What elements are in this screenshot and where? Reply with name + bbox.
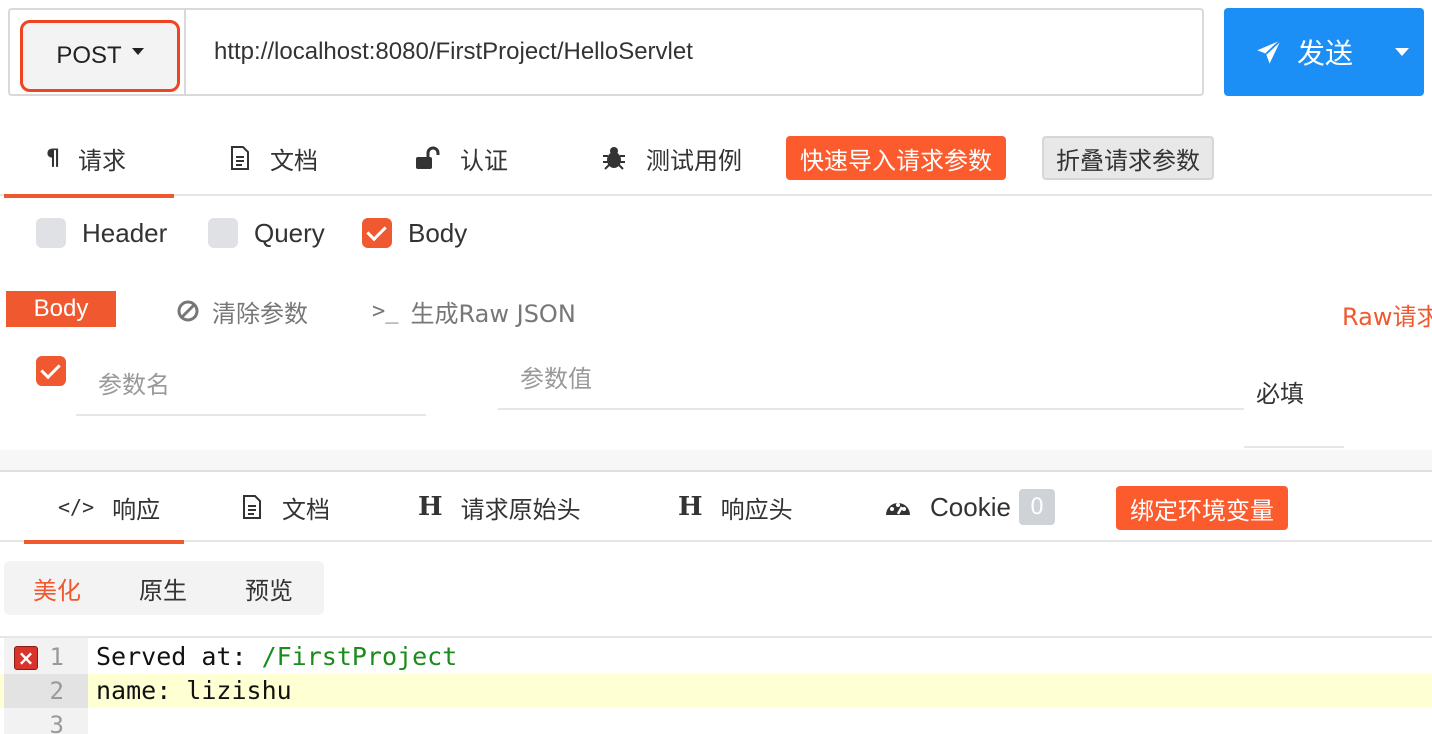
code-text: name: lizishu <box>96 674 292 708</box>
unlock-icon <box>416 146 440 169</box>
checkbox-label: Header <box>82 217 168 248</box>
tab-label: 测试用例 <box>646 146 742 175</box>
tab-response-headers[interactable]: H 响应头 <box>678 472 793 542</box>
param-value-input[interactable] <box>498 350 1244 410</box>
code-string: /FirstProject <box>261 642 458 671</box>
clear-params-button[interactable]: 清除参数 <box>176 294 308 328</box>
tab-label: 请求原始头 <box>460 495 581 524</box>
terminal-icon: >_ <box>372 298 399 324</box>
tab-label: 响应头 <box>720 495 793 524</box>
tab-cookie[interactable]: Cookie 0 <box>884 472 1055 542</box>
body-checkbox[interactable]: Body <box>362 216 467 250</box>
format-preview[interactable]: 预览 <box>216 571 322 606</box>
format-raw[interactable]: 原生 <box>110 571 216 606</box>
line-number: 3 <box>49 711 64 734</box>
query-checkbox[interactable]: Query <box>208 216 325 250</box>
caret-down-icon <box>131 47 144 55</box>
response-code-view[interactable]: 1 × Served at: /FirstProject 2 name: liz… <box>0 636 1432 734</box>
method-dropdown[interactable]: POST <box>20 20 180 92</box>
send-button-group: 发送 <box>1224 8 1424 96</box>
ban-icon <box>177 300 199 322</box>
section-divider <box>0 450 1432 472</box>
document-icon <box>243 495 261 519</box>
required-field-underline <box>1244 446 1344 448</box>
tab-label: 文档 <box>270 146 318 175</box>
clear-params-label: 清除参数 <box>212 299 308 328</box>
required-label: 必填 <box>1256 380 1304 408</box>
bug-icon <box>603 147 625 170</box>
code-key: Served at: <box>96 642 262 671</box>
code-text: Served at: /FirstProject <box>96 640 457 674</box>
error-marker-icon[interactable]: × <box>14 646 38 670</box>
cookie-count-badge: 0 <box>1018 489 1055 525</box>
response-tabs: </> 响应 文档 H 请求原始头 H 响应头 Cookie 0 绑定环境变量 <box>0 472 1432 544</box>
bind-env-vars-button[interactable]: 绑定环境变量 <box>1116 486 1288 530</box>
checkbox-box <box>36 218 66 248</box>
h-icon: H <box>678 492 703 522</box>
generate-raw-json-label: 生成Raw JSON <box>410 299 576 328</box>
tab-docs[interactable]: 文档 <box>228 120 318 196</box>
header-checkbox[interactable]: Header <box>36 216 167 250</box>
tab-label: 文档 <box>282 495 330 524</box>
caret-down-icon <box>1395 48 1409 56</box>
body-params-panel: Body 清除参数 >_ 生成Raw JSON Raw请求 必填 <box>0 270 1432 450</box>
tab-label: 认证 <box>460 146 508 175</box>
send-label: 发送 <box>1296 37 1353 70</box>
code-line: 3 <box>0 708 1432 734</box>
raw-request-link[interactable]: Raw请求 <box>1342 297 1432 332</box>
tab-request-raw-headers[interactable]: H 请求原始头 <box>418 472 581 542</box>
pilcrow-icon: ¶ <box>46 145 60 171</box>
quick-import-button[interactable]: 快速导入请求参数 <box>786 136 1006 180</box>
param-row-checkbox[interactable] <box>36 356 66 386</box>
collapse-params-button[interactable]: 折叠请求参数 <box>1042 136 1214 180</box>
tab-request[interactable]: ¶ 请求 <box>4 120 174 198</box>
request-tabs: ¶ 请求 文档 认证 测试用例 快速导入请求参数 折叠请求参数 <box>0 120 1432 198</box>
code-icon: </> <box>58 495 95 519</box>
line-number: 2 <box>4 674 88 708</box>
paper-plane-icon <box>1257 39 1282 64</box>
checkbox-label: Body <box>408 217 468 248</box>
tab-label: 请求 <box>78 146 126 175</box>
tab-label: 响应 <box>112 495 161 524</box>
generate-raw-json-button[interactable]: >_ 生成Raw JSON <box>372 294 576 328</box>
h-icon: H <box>418 492 443 522</box>
checkbox-checked <box>362 218 392 248</box>
request-url-bar: POST <box>8 8 1204 96</box>
response-format-toggle: 美化 原生 预览 <box>4 561 324 615</box>
code-key: name: lizishu <box>96 676 292 705</box>
body-tag: Body <box>6 291 116 327</box>
format-pretty[interactable]: 美化 <box>4 571 110 606</box>
document-icon <box>231 146 249 170</box>
param-name-input[interactable] <box>76 356 426 416</box>
tab-response-docs[interactable]: 文档 <box>240 472 330 542</box>
param-type-row: Header Query Body <box>0 198 1432 270</box>
tab-auth[interactable]: 认证 <box>414 120 508 196</box>
code-line-highlighted: 2 name: lizishu <box>0 674 1432 708</box>
send-button[interactable]: 发送 <box>1224 8 1384 96</box>
tab-label: Cookie <box>930 491 1011 522</box>
send-options-dropdown[interactable] <box>1380 8 1424 96</box>
checkbox-label: Query <box>254 217 325 248</box>
checkbox-box <box>208 218 238 248</box>
tab-response[interactable]: </> 响应 <box>24 472 184 544</box>
dashboard-icon <box>886 503 910 515</box>
url-input[interactable] <box>184 10 1202 94</box>
code-line: 1 × Served at: /FirstProject <box>0 640 1432 674</box>
tab-testcases[interactable]: 测试用例 <box>600 120 742 196</box>
method-label: POST <box>56 42 122 69</box>
